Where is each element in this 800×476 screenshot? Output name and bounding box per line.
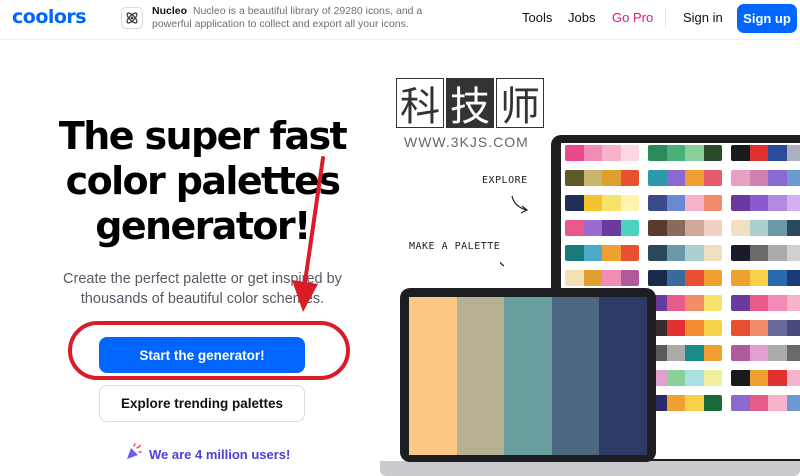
sponsor-ad[interactable]: Nucleo Nucleo is a beautiful library of … xyxy=(152,5,432,31)
palette-thumb xyxy=(648,320,722,336)
make-palette-note: MAKE A PALETTE xyxy=(409,241,501,252)
hero-subtitle: Create the perfect palette or get inspir… xyxy=(63,271,342,307)
laptop xyxy=(400,288,656,462)
palette-thumb xyxy=(565,270,639,286)
users-text: We are 4 million users! xyxy=(149,446,291,462)
nav-go-pro[interactable]: Go Pro xyxy=(612,10,653,25)
palette-thumb xyxy=(731,345,800,361)
palette-thumb xyxy=(648,270,722,286)
palette-thumb xyxy=(648,395,722,411)
party-popper-icon xyxy=(125,442,143,466)
hero-title: The super fast color palettes generator! xyxy=(58,114,348,248)
sign-up-button[interactable]: Sign up xyxy=(737,4,797,33)
palette-thumb xyxy=(648,295,722,311)
palette-thumb xyxy=(731,245,800,261)
ad-description: Nucleo is a beautiful library of 29280 i… xyxy=(152,5,423,30)
palette-thumb xyxy=(565,245,639,261)
palette-thumb xyxy=(648,170,722,186)
laptop-swatch xyxy=(456,297,505,455)
top-bar: coolors Nucleo Nucleo is a beautiful lib… xyxy=(0,0,800,40)
laptop-swatch xyxy=(599,297,647,455)
doodle-arrows xyxy=(500,195,529,267)
sign-in-link[interactable]: Sign in xyxy=(683,10,723,25)
coolors-logo[interactable]: coolors xyxy=(12,6,87,28)
palette-thumb xyxy=(565,220,639,236)
palette-thumb xyxy=(565,195,639,211)
palette-thumb xyxy=(731,270,800,286)
laptop-base xyxy=(380,461,800,476)
ad-title: Nucleo xyxy=(152,5,188,17)
nav-jobs[interactable]: Jobs xyxy=(568,10,595,25)
palette-thumb xyxy=(648,245,722,261)
watermark-url: WWW.3KJS.COM xyxy=(404,134,529,150)
palette-thumb xyxy=(731,295,800,311)
laptop-swatch xyxy=(504,297,552,455)
palette-thumb xyxy=(731,145,800,161)
users-count: We are 4 million users! xyxy=(125,442,291,466)
palette-thumb xyxy=(731,220,800,236)
nucleo-icon[interactable] xyxy=(121,7,143,29)
watermark-char: 师 xyxy=(496,78,544,130)
nav-tools[interactable]: Tools xyxy=(522,10,552,25)
palette-thumb xyxy=(731,195,800,211)
palette-thumb xyxy=(565,170,639,186)
watermark-char: 科 xyxy=(396,78,444,130)
palette-thumb xyxy=(565,145,639,161)
watermark-char: 技 xyxy=(446,78,494,130)
start-generator-button[interactable]: Start the generator! xyxy=(99,337,305,373)
laptop-palette xyxy=(409,297,647,455)
explore-trending-button[interactable]: Explore trending palettes xyxy=(99,385,305,422)
explore-note: EXPLORE xyxy=(482,175,528,186)
palette-thumb xyxy=(731,170,800,186)
palette-thumb xyxy=(648,145,722,161)
palette-thumb xyxy=(648,370,722,386)
palette-thumb xyxy=(731,320,800,336)
palette-thumb xyxy=(731,370,800,386)
watermark-logo: 科 技 师 xyxy=(396,78,544,130)
nav-divider xyxy=(665,8,666,28)
palette-thumb xyxy=(731,395,800,411)
laptop-swatch xyxy=(551,297,600,455)
laptop-swatch xyxy=(409,297,457,455)
palette-thumb xyxy=(648,345,722,361)
palette-thumb xyxy=(648,220,722,236)
palette-thumb xyxy=(648,195,722,211)
